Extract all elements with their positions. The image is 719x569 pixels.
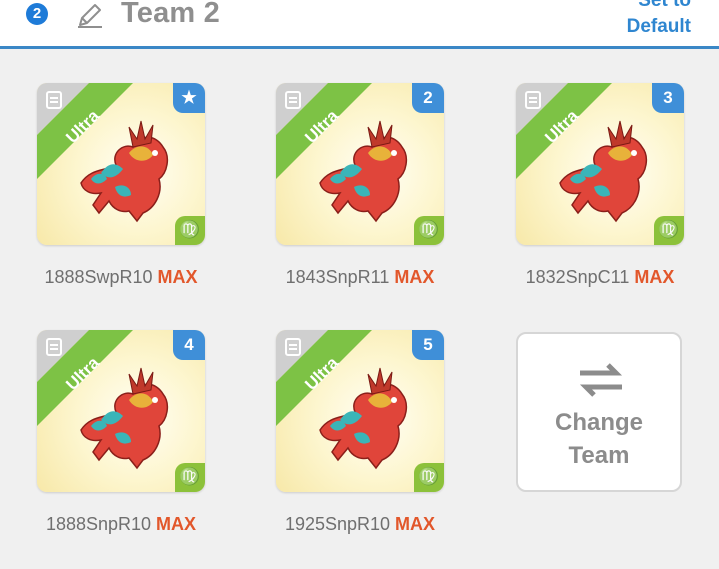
virgo-sign-icon: ♍ <box>414 463 444 492</box>
monster-name: 1843SnpR11 <box>285 267 395 287</box>
team-slot-number: 5 <box>412 330 444 360</box>
document-icon <box>46 91 62 109</box>
change-team-line1: Change <box>554 409 643 436</box>
document-icon <box>285 338 301 356</box>
dragon-monster-image <box>550 113 660 230</box>
change-team-line2: Team <box>568 442 630 469</box>
monster-name: 1888SwpR10 <box>44 267 158 287</box>
max-level-badge: MAX <box>634 267 675 287</box>
virgo-sign-icon: ♍ <box>175 216 205 245</box>
change-team-button[interactable]: Change Team <box>516 332 682 492</box>
team-header: 2 Team 2 Set to Default <box>0 0 719 49</box>
monster-name-label: 1925SnpR10 MAX <box>250 514 470 535</box>
virgo-sign-icon: ♍ <box>175 463 205 492</box>
max-level-badge: MAX <box>395 514 436 534</box>
max-level-badge: MAX <box>157 267 198 287</box>
max-level-badge: MAX <box>156 514 197 534</box>
team-slot-number: 2 <box>412 83 444 113</box>
max-level-badge: MAX <box>394 267 435 287</box>
document-icon <box>285 91 301 109</box>
monster-card[interactable]: Ultra 5 ♍ <box>276 330 444 492</box>
document-icon <box>525 91 541 109</box>
monster-name: 1888SnpR10 <box>45 514 157 534</box>
virgo-sign-icon: ♍ <box>414 216 444 245</box>
monster-card[interactable]: Ultra 3 ♍ <box>516 83 684 245</box>
team-number-badge: 2 <box>26 3 48 25</box>
set-to-default-button[interactable]: Set to Default <box>627 0 691 40</box>
team-name: Team 2 <box>121 0 220 29</box>
monster-card[interactable]: Ultra 2 ♍ <box>276 83 444 245</box>
monster-card[interactable]: Ultra ★ ♍ <box>37 83 205 245</box>
team-slot-number: 4 <box>173 330 205 360</box>
pencil-icon[interactable] <box>76 1 104 29</box>
monster-name-label: 1888SnpR10 MAX <box>11 514 231 535</box>
dragon-monster-image <box>310 360 420 477</box>
monster-name-label: 1832SnpC11 MAX <box>490 267 710 288</box>
dragon-monster-image <box>310 113 420 230</box>
monster-name: 1925SnpR10 <box>284 514 396 534</box>
monster-name-label: 1843SnpR11 MAX <box>250 267 470 288</box>
swap-arrows-icon <box>579 363 623 397</box>
set-default-line1: Set to <box>638 0 691 11</box>
virgo-sign-icon: ♍ <box>654 216 684 245</box>
team-slot-number: 3 <box>652 83 684 113</box>
set-default-line2: Default <box>626 16 691 37</box>
document-icon <box>46 338 62 356</box>
monster-name: 1832SnpC11 <box>525 267 635 287</box>
monster-name-label: 1888SwpR10 MAX <box>11 267 231 288</box>
dragon-monster-image <box>71 113 181 230</box>
dragon-monster-image <box>71 360 181 477</box>
monster-card[interactable]: Ultra 4 ♍ <box>37 330 205 492</box>
star-icon: ★ <box>173 83 205 113</box>
